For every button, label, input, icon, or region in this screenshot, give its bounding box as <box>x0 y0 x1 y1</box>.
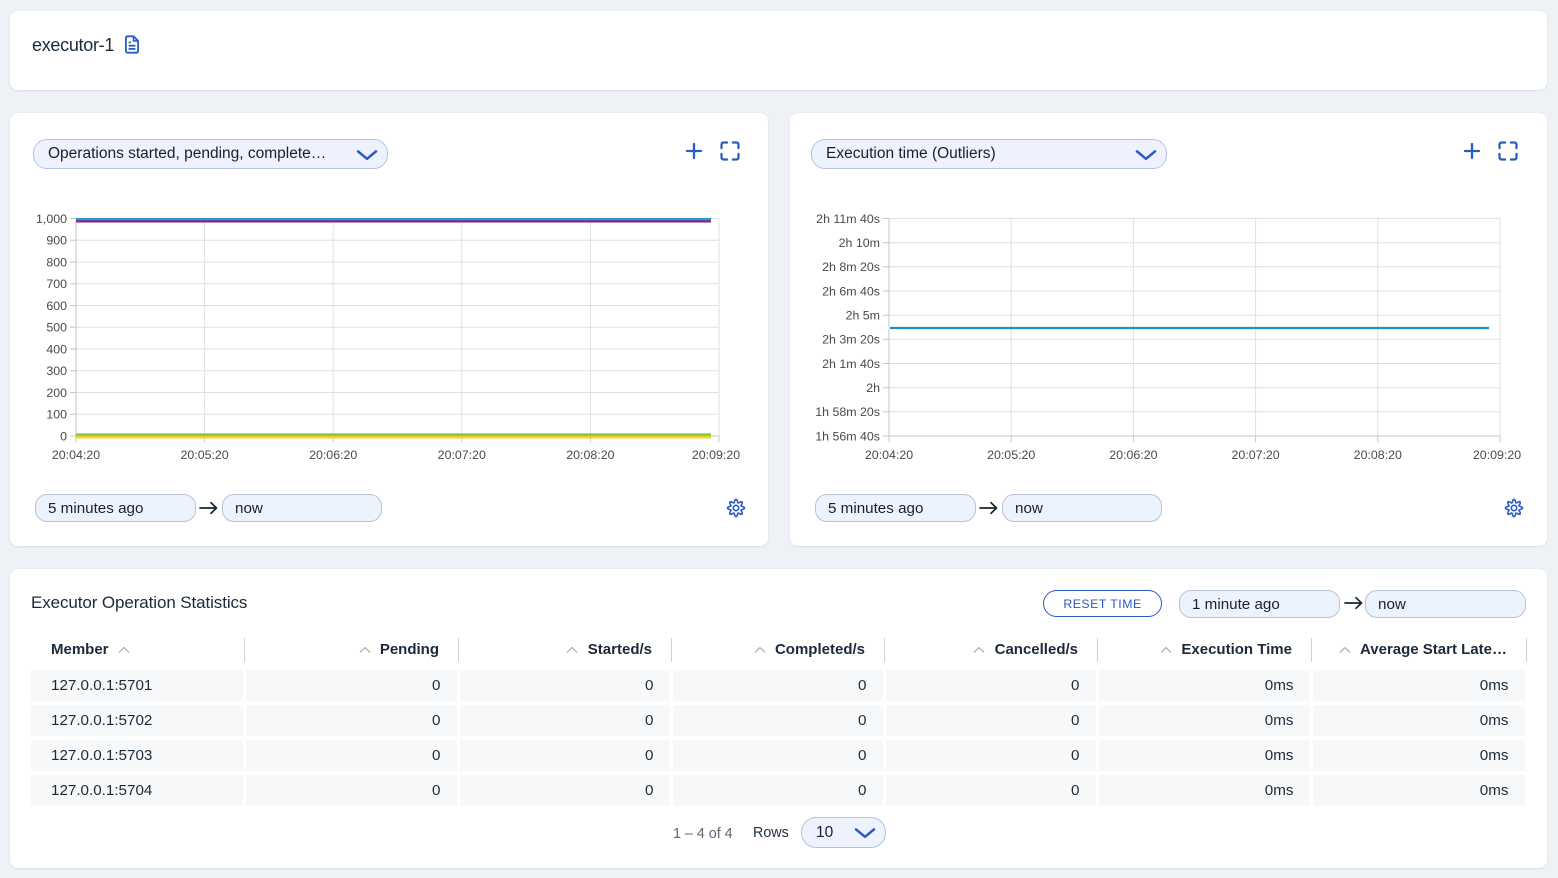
svg-text:20:04:20: 20:04:20 <box>52 448 100 462</box>
svg-text:2h 10m: 2h 10m <box>839 236 880 250</box>
svg-text:20:05:20: 20:05:20 <box>987 448 1035 462</box>
svg-text:700: 700 <box>46 277 67 291</box>
svg-text:20:06:20: 20:06:20 <box>309 448 357 462</box>
svg-text:500: 500 <box>46 321 67 335</box>
svg-text:600: 600 <box>46 299 67 313</box>
svg-text:300: 300 <box>46 364 67 378</box>
svg-text:20:08:20: 20:08:20 <box>1354 448 1402 462</box>
svg-text:2h 1m 40s: 2h 1m 40s <box>822 357 880 371</box>
svg-text:1h 56m 40s: 1h 56m 40s <box>815 429 880 443</box>
svg-text:100: 100 <box>46 408 67 422</box>
svg-text:20:06:20: 20:06:20 <box>1109 448 1157 462</box>
svg-text:2h 6m 40s: 2h 6m 40s <box>822 284 880 298</box>
svg-text:20:08:20: 20:08:20 <box>566 448 614 462</box>
svg-text:20:09:20: 20:09:20 <box>692 448 740 462</box>
svg-text:2h: 2h <box>866 381 880 395</box>
svg-text:900: 900 <box>46 234 67 248</box>
svg-text:20:07:20: 20:07:20 <box>1231 448 1279 462</box>
svg-text:2h 3m 20s: 2h 3m 20s <box>822 333 880 347</box>
svg-text:20:09:20: 20:09:20 <box>1473 448 1521 462</box>
svg-text:20:05:20: 20:05:20 <box>180 448 228 462</box>
svg-text:20:04:20: 20:04:20 <box>865 448 913 462</box>
svg-text:20:07:20: 20:07:20 <box>438 448 486 462</box>
svg-text:400: 400 <box>46 342 67 356</box>
svg-text:2h 8m 20s: 2h 8m 20s <box>822 260 880 274</box>
svg-text:2h 5m: 2h 5m <box>846 309 880 323</box>
svg-text:200: 200 <box>46 386 67 400</box>
svg-text:0: 0 <box>60 429 67 443</box>
svg-text:1,000: 1,000 <box>36 212 67 226</box>
svg-text:2h 11m 40s: 2h 11m 40s <box>816 212 880 226</box>
svg-text:1h 58m 20s: 1h 58m 20s <box>815 405 880 419</box>
svg-text:800: 800 <box>46 255 67 269</box>
